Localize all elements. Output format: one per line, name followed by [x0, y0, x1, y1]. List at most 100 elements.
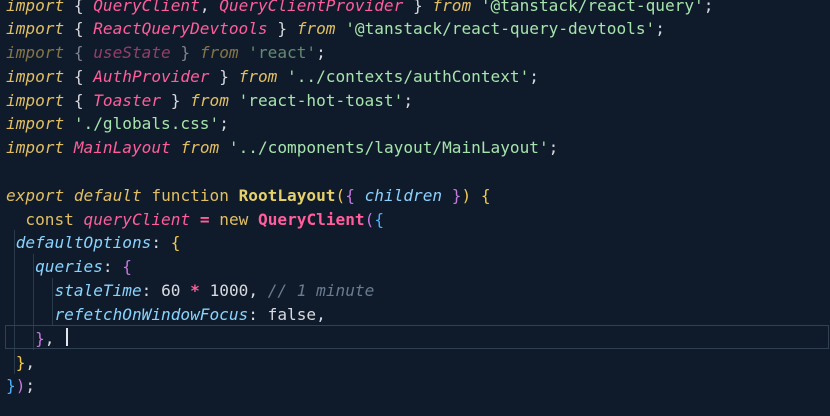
code-token: *: [190, 281, 200, 300]
code-line[interactable]: import './globals.css';: [6, 112, 229, 136]
code-token: from: [190, 91, 229, 110]
code-token: staleTime: [54, 281, 142, 300]
code-token: const: [25, 210, 74, 229]
code-line[interactable]: defaultOptions: {: [6, 231, 181, 255]
code-token: refetchOnWindowFocus: [54, 305, 249, 324]
code-token: false: [267, 305, 317, 324]
code-token: './globals.css': [73, 114, 220, 133]
text-cursor: [66, 328, 68, 346]
code-line[interactable]: import { useState } from 'react';: [6, 41, 326, 65]
code-line[interactable]: staleTime: 60 * 1000, // 1 minute: [6, 279, 374, 303]
code-token: ,: [25, 353, 36, 372]
code-editor[interactable]: import { QueryClient, QueryClientProvide…: [0, 0, 830, 416]
code-token: }: [161, 91, 191, 110]
code-token: ,: [199, 0, 220, 15]
code-token: '../components/layout/MainLayout': [228, 138, 549, 157]
code-token: ;: [316, 43, 326, 62]
code-token: defaultOptions: [15, 233, 152, 252]
code-token: default: [73, 186, 142, 205]
code-token: ;: [219, 114, 229, 133]
code-token: {: [374, 210, 385, 229]
code-token: {: [122, 257, 132, 276]
code-line[interactable]: import MainLayout from '../components/la…: [6, 136, 558, 160]
code-token: {: [170, 233, 181, 252]
code-token: ): [461, 186, 472, 205]
code-line[interactable]: export default function RootLayout({ chi…: [6, 184, 491, 208]
code-token: from: [180, 138, 220, 157]
code-token: import: [6, 138, 65, 157]
code-token: AuthProvider: [93, 67, 210, 86]
code-token: ): [15, 376, 26, 395]
code-token: Toaster: [93, 91, 162, 110]
code-token: queryClient: [83, 210, 191, 229]
code-line[interactable]: });: [6, 374, 35, 398]
code-token: {: [345, 186, 365, 205]
code-token: import: [6, 67, 65, 86]
code-token: from: [238, 67, 278, 86]
code-token: :: [102, 257, 123, 276]
code-token: {: [64, 19, 94, 38]
code-token: }: [442, 186, 462, 205]
code-token: ;: [655, 19, 665, 38]
code-token: from: [296, 19, 336, 38]
code-token: :: [248, 305, 268, 324]
code-line[interactable]: },: [6, 327, 54, 351]
code-line[interactable]: refetchOnWindowFocus: false,: [6, 303, 326, 327]
code-token: ,: [316, 305, 326, 324]
code-token: }: [267, 19, 297, 38]
code-token: }: [15, 353, 26, 372]
code-token: from: [199, 43, 239, 62]
code-token: import: [6, 19, 65, 38]
code-token: {: [64, 0, 94, 15]
code-token: QueryClient: [258, 210, 365, 229]
code-line[interactable]: import { Toaster } from 'react-hot-toast…: [6, 89, 413, 113]
code-token: 'react-hot-toast': [238, 91, 404, 110]
code-token: ,: [248, 281, 268, 300]
code-token: ;: [403, 91, 414, 110]
code-token: ,: [44, 329, 55, 348]
code-token: 'react': [248, 43, 317, 62]
code-token: import: [6, 114, 65, 133]
code-token: QueryClientProvider: [219, 0, 404, 15]
code-token: {: [64, 67, 94, 86]
code-token: ;: [25, 376, 36, 395]
code-line[interactable]: import { ReactQueryDevtools } from '@tan…: [6, 17, 665, 41]
code-token: '@tanstack/react-query-devtools': [345, 19, 656, 38]
code-token: function: [151, 186, 229, 205]
code-line[interactable]: queries: {: [6, 255, 132, 279]
code-line[interactable]: },: [6, 351, 35, 375]
code-token: RootLayout: [238, 186, 336, 205]
code-token: :: [151, 233, 171, 252]
code-line[interactable]: const queryClient = new QueryClient({: [6, 208, 384, 232]
code-token: '../contexts/authContext': [287, 67, 530, 86]
code-token: children: [364, 186, 443, 205]
code-token: {: [64, 43, 94, 62]
code-token: useState: [93, 43, 171, 62]
code-token: // 1 minute: [267, 281, 375, 300]
code-token: import: [6, 91, 65, 110]
code-token: }: [35, 329, 45, 348]
code-line[interactable]: import { QueryClient, QueryClientProvide…: [6, 0, 713, 18]
code-token: }: [403, 0, 433, 15]
code-token: (: [335, 186, 346, 205]
code-line[interactable]: import { AuthProvider } from '../context…: [6, 65, 539, 89]
code-token: import: [6, 0, 65, 15]
code-token: {: [480, 186, 491, 205]
